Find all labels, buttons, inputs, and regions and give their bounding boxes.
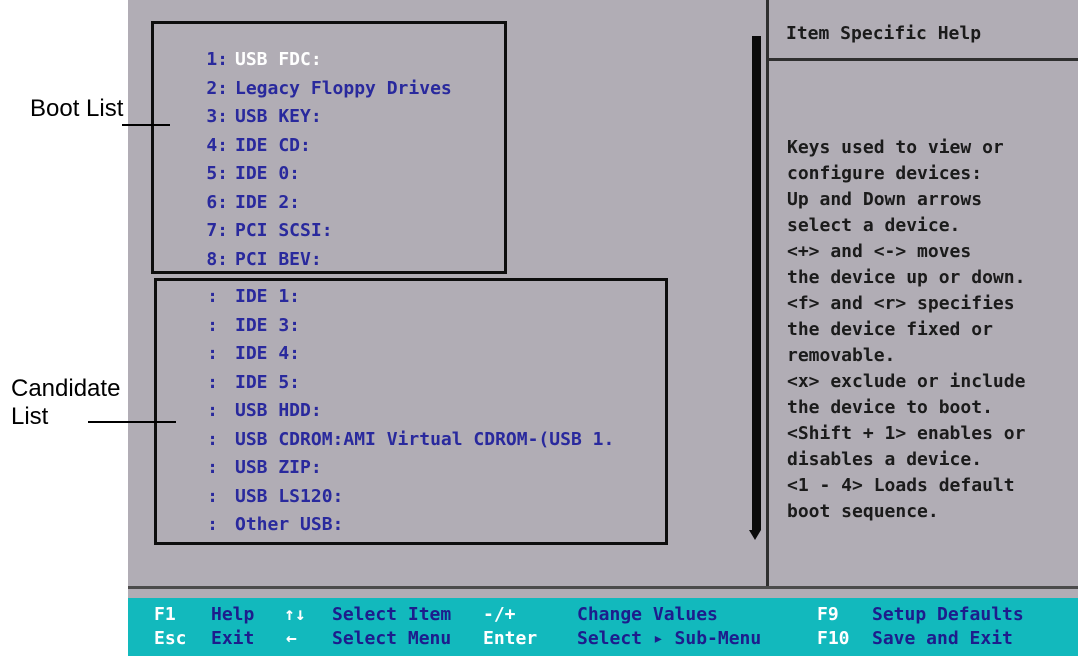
candidate-item-ide-1[interactable]: IDE 1:	[235, 284, 300, 310]
candidate-item-marker: :	[207, 400, 218, 421]
footer-key-f1: F1	[154, 604, 176, 625]
boot-item-pci-scsi[interactable]: PCI SCSI:	[235, 218, 333, 244]
boot-item-number: 2:	[206, 78, 228, 99]
boot-item-usb-key[interactable]: USB KEY:	[235, 104, 322, 130]
candidate-item-marker: :	[207, 286, 218, 307]
footer-desc-save-exit: Save and Exit	[872, 628, 1013, 649]
boot-list-pointer-line	[122, 124, 170, 126]
footer-key-left-arrow: ←	[286, 628, 297, 649]
boot-item-number: 4:	[206, 135, 228, 156]
footer-desc-exit: Exit	[211, 628, 255, 649]
footer-divider	[128, 586, 1078, 589]
candidate-item-marker: :	[207, 486, 218, 507]
boot-list-annotation: Boot List	[30, 95, 124, 122]
help-header-divider	[769, 58, 1078, 61]
footer-desc-change-values: Change Values	[577, 604, 718, 625]
candidate-item-ide-4[interactable]: IDE 4:	[235, 341, 300, 367]
footer-desc-select-menu: Select Menu	[332, 628, 452, 649]
help-line: configure devices:	[787, 163, 983, 184]
candidate-list-pointer-line	[88, 421, 176, 423]
boot-item-ide-0[interactable]: IDE 0:	[235, 161, 300, 187]
help-line: Up and Down arrows	[787, 189, 983, 210]
candidate-item-marker: :	[207, 429, 218, 450]
candidate-list-box	[154, 278, 668, 545]
candidate-item-marker: :	[207, 343, 218, 364]
boot-item-number: 8:	[206, 249, 228, 270]
boot-item-legacy-floppy[interactable]: Legacy Floppy Drives	[235, 76, 452, 102]
scroll-down-icon[interactable]	[749, 530, 761, 540]
help-line: removable.	[787, 345, 896, 366]
footer-key-up-down: ↑↓	[284, 604, 306, 625]
candidate-item-marker: :	[207, 315, 218, 336]
help-line: <x> exclude or include	[787, 371, 1026, 392]
candidate-item-marker: :	[207, 514, 218, 535]
candidate-item-marker: :	[207, 457, 218, 478]
boot-item-pci-bev[interactable]: PCI BEV:	[235, 247, 322, 273]
candidate-item-marker: :	[207, 372, 218, 393]
help-line: disables a device.	[787, 449, 983, 470]
boot-item-number: 7:	[206, 220, 228, 241]
footer-key-enter: Enter	[483, 628, 538, 649]
candidate-item-usb-cdrom[interactable]: USB CDROM:AMI Virtual CDROM-(USB 1.	[235, 427, 614, 453]
candidate-item-usb-hdd[interactable]: USB HDD:	[235, 398, 322, 424]
help-line: boot sequence.	[787, 501, 939, 522]
help-panel-divider	[766, 0, 769, 588]
help-line: <1 - 4> Loads default	[787, 475, 1015, 496]
footer-desc-sub-menu: Select ▸ Sub-Menu	[577, 628, 762, 649]
help-line: <+> and <-> moves	[787, 241, 972, 262]
boot-item-ide-cd[interactable]: IDE CD:	[235, 133, 311, 159]
boot-item-number: 1:	[206, 49, 228, 70]
help-line: <f> and <r> specifies	[787, 293, 1015, 314]
footer-desc-select-item: Select Item	[332, 604, 452, 625]
candidate-item-ide-3[interactable]: IDE 3:	[235, 313, 300, 339]
boot-item-number: 3:	[206, 106, 228, 127]
candidate-item-ide-5[interactable]: IDE 5:	[235, 370, 300, 396]
boot-item-usb-fdc[interactable]: USB FDC:	[235, 47, 322, 73]
boot-item-ide-2[interactable]: IDE 2:	[235, 190, 300, 216]
help-line: the device up or down.	[787, 267, 1026, 288]
footer-desc-help: Help	[211, 604, 255, 625]
boot-item-number: 6:	[206, 192, 228, 213]
footer-desc-setup-defaults: Setup Defaults	[872, 604, 1024, 625]
help-line: <Shift + 1> enables or	[787, 423, 1026, 444]
footer-key-minus-plus: -/+	[483, 604, 516, 625]
help-line: the device fixed or	[787, 319, 993, 340]
help-title: Item Specific Help	[786, 23, 982, 44]
boot-item-number: 5:	[206, 163, 228, 184]
candidate-item-usb-zip[interactable]: USB ZIP:	[235, 455, 322, 481]
candidate-item-usb-ls120[interactable]: USB LS120:	[235, 484, 343, 510]
help-line: Keys used to view or	[787, 137, 1004, 158]
scrollbar[interactable]	[752, 36, 761, 530]
footer-key-esc: Esc	[154, 628, 187, 649]
help-line: the device to boot.	[787, 397, 993, 418]
help-line: select a device.	[787, 215, 961, 236]
footer-key-f10: F10	[817, 628, 850, 649]
candidate-item-other-usb[interactable]: Other USB:	[235, 512, 343, 538]
footer-key-f9: F9	[817, 604, 839, 625]
